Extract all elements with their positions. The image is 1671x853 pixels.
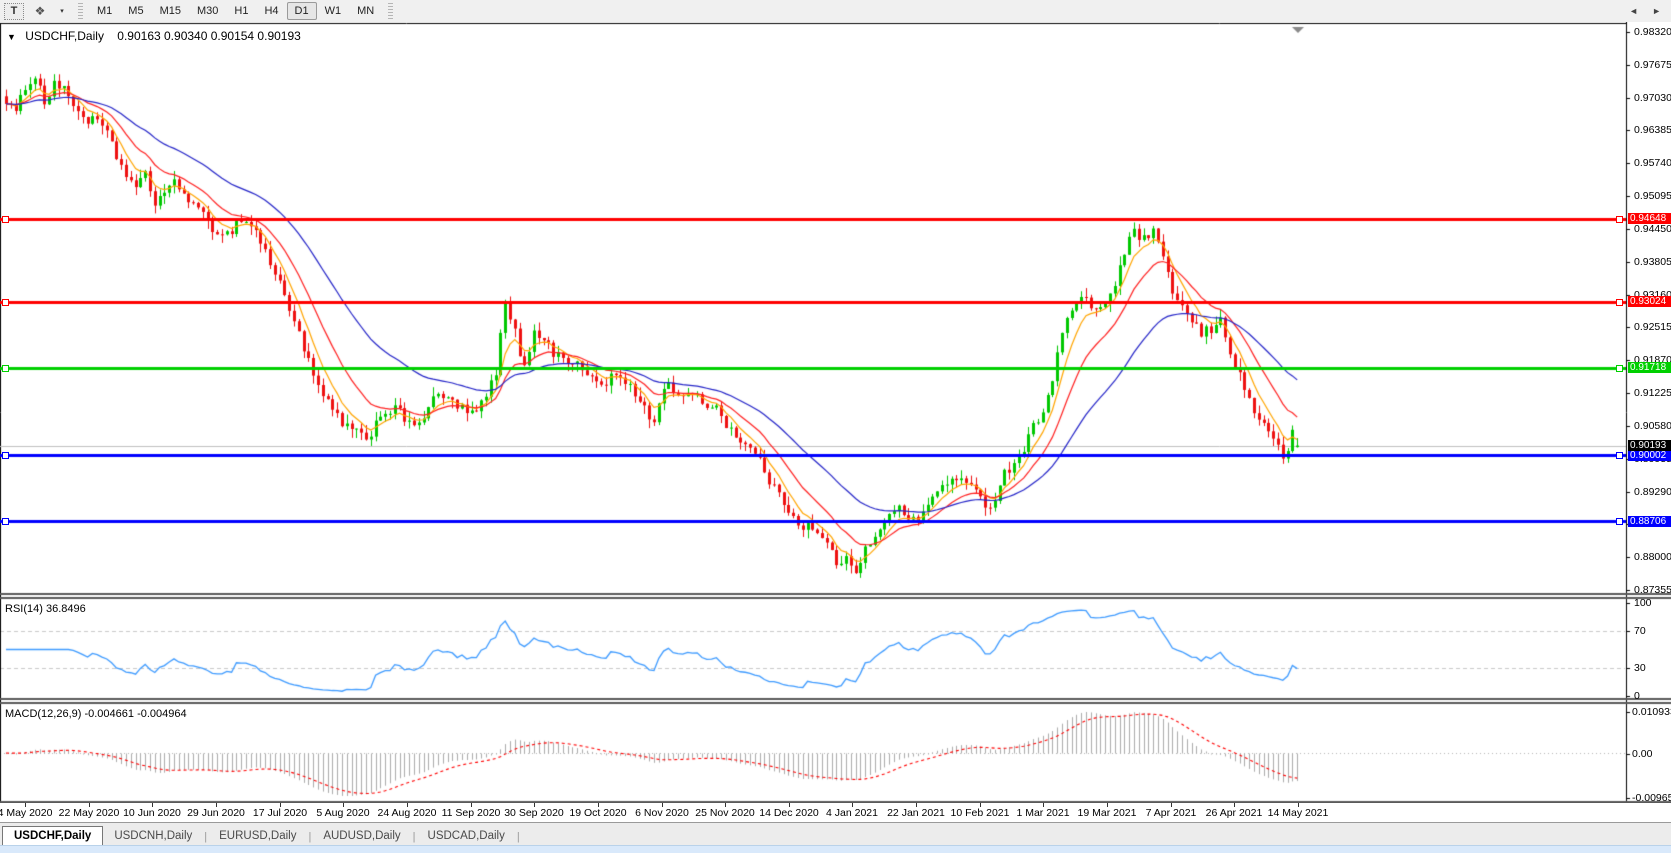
- date-label: 1 Mar 2021: [1016, 807, 1069, 819]
- text-tool-button[interactable]: T: [4, 3, 24, 20]
- date-label: 22 May 2020: [59, 807, 120, 819]
- timeframe-button-m30[interactable]: M30: [189, 2, 226, 20]
- tab-audusd-daily[interactable]: AUDUSD,Daily: [312, 827, 411, 846]
- hline-handle[interactable]: [2, 216, 9, 223]
- date-label: 6 Nov 2020: [635, 807, 689, 819]
- price-axis-tick-label: 0.94450: [1634, 223, 1671, 235]
- date-label: 7 Apr 2021: [1146, 807, 1197, 819]
- symbol-header: ▼ USDCHF,Daily 0.90163 0.90340 0.90154 0…: [7, 29, 301, 43]
- timeframe-button-w1[interactable]: W1: [317, 2, 350, 20]
- timeframe-button-d1[interactable]: D1: [287, 2, 317, 20]
- date-label: 17 Jul 2020: [253, 807, 307, 819]
- date-label: 4 May 2020: [0, 807, 52, 819]
- date-label: 22 Jan 2021: [887, 807, 945, 819]
- hline-price-tag: 0.88706: [1628, 516, 1671, 527]
- price-axis-tick-label: 0.88000: [1634, 551, 1671, 563]
- price-chart-canvas[interactable]: [0, 22, 1671, 803]
- hline-handle[interactable]: [1616, 216, 1623, 223]
- toolbar-grip: [78, 3, 83, 19]
- tab-scroll-arrows: ◄►: [1629, 6, 1661, 16]
- symbol-tab-bar: USDCHF,DailyUSDCNH,Daily|EURUSD,Daily|AU…: [0, 822, 1671, 846]
- date-label: 4 Jan 2021: [826, 807, 878, 819]
- date-label: 10 Feb 2021: [951, 807, 1010, 819]
- macd-label: MACD(12,26,9) -0.004661 -0.004964: [5, 708, 187, 720]
- date-label: 14 Dec 2020: [759, 807, 819, 819]
- timeframe-button-m1[interactable]: M1: [89, 2, 120, 20]
- macd-axis-label: 0.00: [1632, 748, 1671, 760]
- current-price-tag: 0.90193: [1628, 440, 1671, 451]
- price-axis-tick-label: 0.97675: [1634, 59, 1671, 71]
- rsi-axis-label: 0: [1634, 690, 1671, 702]
- price-axis-tick-label: 0.93805: [1634, 256, 1671, 268]
- date-label: 30 Sep 2020: [504, 807, 564, 819]
- date-label: 25 Nov 2020: [695, 807, 755, 819]
- hline-handle[interactable]: [2, 452, 9, 459]
- hline-price-tag: 0.90002: [1628, 450, 1671, 461]
- hline-price-tag: 0.94648: [1628, 213, 1671, 224]
- mt4-window: T ❖ ▾ M1M5M15M30H1H4D1W1MN ▼ USDCHF,Dail…: [0, 0, 1671, 853]
- hline-handle[interactable]: [1616, 518, 1623, 525]
- hline-handle[interactable]: [2, 299, 9, 306]
- date-label: 10 Jun 2020: [123, 807, 181, 819]
- timeframe-button-mn[interactable]: MN: [349, 2, 382, 20]
- price-axis-tick-label: 0.95095: [1634, 190, 1671, 202]
- arrows-dropdown-caret-icon[interactable]: ▾: [53, 2, 71, 20]
- rsi-axis-label: 30: [1634, 662, 1671, 674]
- tab-scroll-left-icon[interactable]: ◄: [1629, 6, 1638, 16]
- price-axis-tick-label: 0.91225: [1634, 387, 1671, 399]
- date-label: 24 Aug 2020: [378, 807, 437, 819]
- hline-handle[interactable]: [2, 365, 9, 372]
- chart-area: ▼ USDCHF,Daily 0.90163 0.90340 0.90154 0…: [0, 22, 1671, 803]
- hline-handle[interactable]: [1616, 299, 1623, 306]
- timeframe-buttons: M1M5M15M30H1H4D1W1MN: [89, 2, 382, 20]
- price-axis-tick-label: 0.97030: [1634, 92, 1671, 104]
- date-label: 29 Jun 2020: [187, 807, 245, 819]
- tab-usdchf-daily[interactable]: USDCHF,Daily: [2, 826, 103, 847]
- date-label: 19 Oct 2020: [569, 807, 626, 819]
- date-axis: 4 May 2020 22 May 202010 Jun 2020 29 Jun 2…: [0, 803, 1671, 822]
- arrows-tool-icon[interactable]: ❖: [31, 2, 49, 20]
- price-axis-tick-label: 0.92515: [1634, 321, 1671, 333]
- date-label: 19 Mar 2021: [1078, 807, 1137, 819]
- price-axis-tick-label: 0.89290: [1634, 486, 1671, 498]
- tab-usdcad-daily[interactable]: USDCAD,Daily: [417, 827, 516, 846]
- timeframe-button-h4[interactable]: H4: [256, 2, 286, 20]
- tab-usdcnh-daily[interactable]: USDCNH,Daily: [103, 827, 203, 846]
- toolbar: T ❖ ▾ M1M5M15M30H1H4D1W1MN: [0, 0, 1671, 23]
- price-axis-tick-label: 0.90580: [1634, 420, 1671, 432]
- ohlc-values: 0.90163 0.90340 0.90154 0.90193: [117, 29, 301, 43]
- hline-handle[interactable]: [2, 518, 9, 525]
- hline-price-tag: 0.93024: [1628, 296, 1671, 307]
- price-axis-tick-label: 0.98320: [1634, 26, 1671, 38]
- macd-axis-label: 0.010933: [1632, 706, 1671, 718]
- rsi-label: RSI(14) 36.8496: [5, 603, 86, 615]
- date-label: 26 Apr 2021: [1206, 807, 1263, 819]
- timeframe-button-h1[interactable]: H1: [226, 2, 256, 20]
- price-axis-tick-label: 0.95740: [1634, 157, 1671, 169]
- toolbar-grip: [388, 3, 393, 19]
- macd-axis-label: -0.009653: [1632, 792, 1671, 804]
- hline-handle[interactable]: [1616, 452, 1623, 459]
- tab-scroll-right-icon[interactable]: ►: [1652, 6, 1661, 16]
- collapse-caret-icon[interactable]: ▼: [7, 32, 16, 42]
- rsi-axis-label: 70: [1634, 625, 1671, 637]
- timeframe-button-m15[interactable]: M15: [152, 2, 189, 20]
- date-label: 14 May 2021: [1268, 807, 1329, 819]
- rsi-axis-label: 100: [1634, 597, 1671, 609]
- date-label: 11 Sep 2020: [442, 807, 501, 819]
- tab-separator: |: [516, 828, 521, 846]
- status-strip: [0, 845, 1671, 853]
- symbol-label: USDCHF,Daily: [25, 29, 104, 43]
- price-axis-tick-label: 0.87355: [1634, 584, 1671, 596]
- tab-eurusd-daily[interactable]: EURUSD,Daily: [208, 827, 307, 846]
- hline-handle[interactable]: [1616, 365, 1623, 372]
- price-axis-tick-label: 0.96385: [1634, 124, 1671, 136]
- hline-price-tag: 0.91718: [1628, 362, 1671, 373]
- date-label: 5 Aug 2020: [316, 807, 369, 819]
- timeframe-button-m5[interactable]: M5: [120, 2, 151, 20]
